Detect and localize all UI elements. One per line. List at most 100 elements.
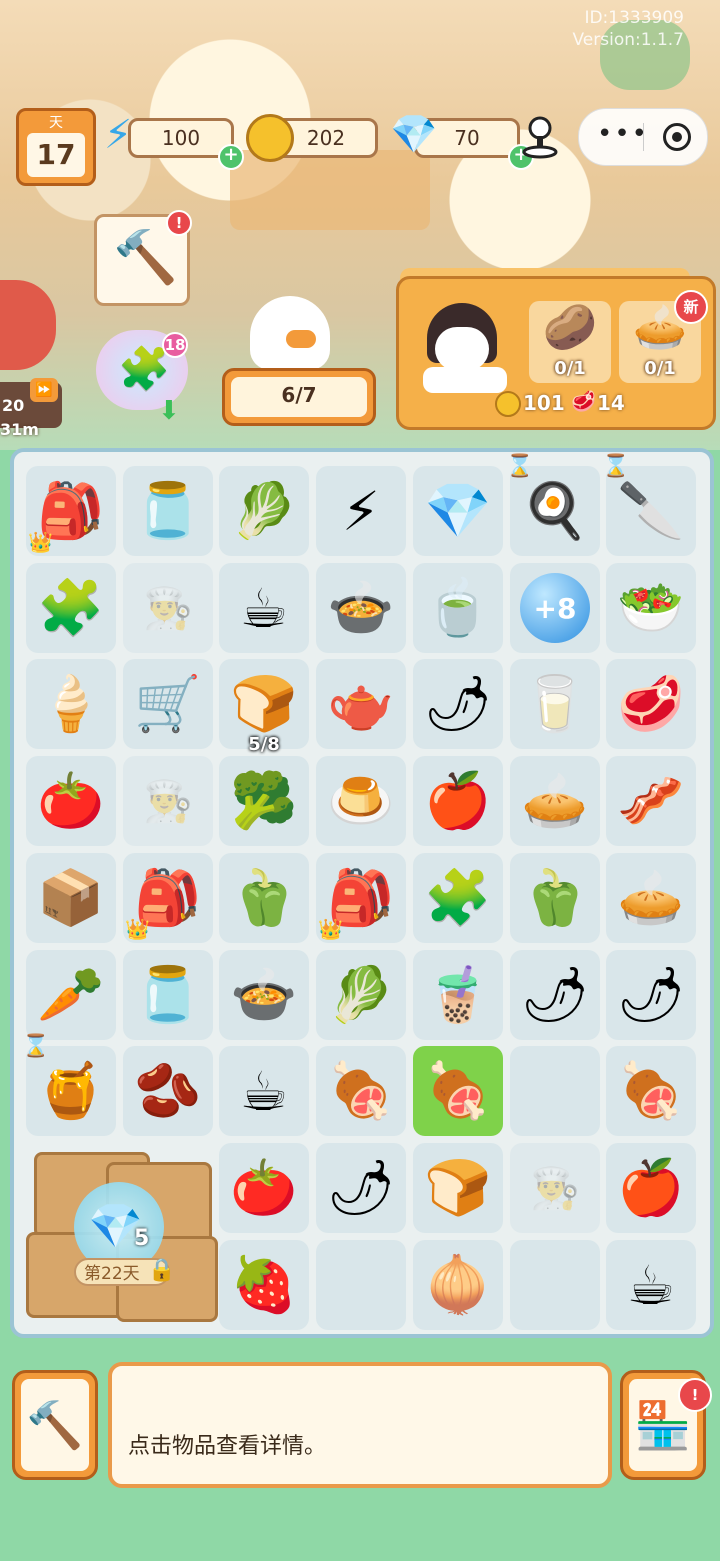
gem-value: 70 [454,126,480,150]
board-cell[interactable]: 💎 [413,466,503,556]
add-energy-button[interactable]: + [218,144,244,170]
board-cell[interactable] [316,1240,406,1330]
board-cell[interactable]: 🧋 [413,950,503,1040]
board-cell[interactable] [510,1046,600,1136]
apples-icon: 🍎 [424,769,492,832]
close-miniprogram-icon[interactable] [663,123,691,151]
worker-counter[interactable]: 6/7 [222,368,376,426]
chili-plate-icon: 🌶 [326,1156,396,1219]
toaster-icon: 🍞 [230,672,298,735]
board-cell[interactable]: 🛒 [123,659,213,749]
board-cell[interactable]: 🍲 [316,563,406,653]
board-cell[interactable]: 🥧 [606,853,696,943]
grill-tray-icon: 🍳 [521,479,589,542]
board-cell[interactable]: 🌶 [413,659,503,749]
fast-forward-icon[interactable]: ⏩ [30,378,58,402]
board-cell[interactable]: ☕ [219,563,309,653]
board-cell[interactable]: 🥧 [510,756,600,846]
tool-alert-badge: ! [166,210,192,236]
board-cell[interactable]: 🥗 [606,563,696,653]
hammer-icon: 🔨 [113,228,178,288]
customer-avatar [409,297,519,393]
board-cell[interactable]: 🍞 5/8 [219,659,309,755]
id-text: ID:1333909 [584,8,684,28]
board-cell[interactable]: 🥬 [219,466,309,556]
locked-crate-stack[interactable]: 💎 5 第22天 🔒 [26,1142,218,1322]
board-cell[interactable]: 🍳 ⌛ [506,454,600,556]
tomato-icon: 🍅 [37,769,105,832]
board-cell[interactable]: 🎒 👑 [123,853,213,943]
board-cell[interactable]: 🥓 [606,756,696,846]
day-counter[interactable]: 天 17 [16,108,96,186]
bell-peppers-icon: 🫑 [230,866,298,929]
more-menu-icon[interactable]: ••• [597,119,649,149]
board-cell[interactable]: 🫘 [123,1046,213,1136]
board-cell[interactable]: 🥩 [606,659,696,749]
ruby-icon: 💎 [424,479,492,542]
reward-count: 5 [134,1226,150,1251]
board-cell[interactable]: 🍦 [26,659,116,749]
strawberry-icon: 🍓 [230,1253,298,1316]
board-cell[interactable]: 🔪 ⌛ [602,454,696,556]
board-cell[interactable]: 🌶 [316,1143,406,1233]
energy-icon: ⚡ [342,479,380,543]
board-cell[interactable]: 🍖 [316,1046,406,1136]
lettuce-plate-icon: 🥬 [230,479,298,542]
board-cell[interactable]: 🧩 [413,853,503,943]
board-cell[interactable]: +8 [510,563,600,653]
tea-cup-icon: 🫖 [327,672,395,735]
board-cell[interactable]: 🫑 [219,853,309,943]
board-cell[interactable]: 🍅 [26,756,116,846]
board-cell[interactable]: 🍵 [413,563,503,653]
board-cell[interactable]: 🌶 [606,950,696,1040]
coffee-cup-icon: ☕ [626,1253,676,1317]
board-cell[interactable]: 🍲 [219,950,309,1040]
board-cell[interactable]: 🫖 [316,659,406,749]
potato-icon: 🥔 [542,302,598,353]
board-cell[interactable]: 🍓 [219,1240,309,1330]
board-cell[interactable]: 🥕 [26,950,116,1040]
board-cell[interactable]: 👨‍🍳 [123,756,213,846]
board-cell[interactable]: 🥛 [510,659,600,749]
item-charge-count: 5/8 [248,734,280,755]
board-cell[interactable]: 🧅 [413,1240,503,1330]
board-cell[interactable]: 👨‍🍳 [123,563,213,653]
board-cell[interactable]: 🎒 👑 [26,466,116,556]
chef-hat-placeholder-icon: 👨‍🍳 [530,1165,580,1212]
soup-bowl-icon: 🍲 [327,576,395,639]
board-cell[interactable]: 🫙 [123,466,213,556]
item-info-panel: 点击物品查看详情。 [108,1362,612,1488]
salad-icon: 🥗 [617,576,685,639]
board-cell[interactable]: 🍮 [316,756,406,846]
board-cell[interactable]: ⚡ [316,466,406,556]
board-cell[interactable]: 👨‍🍳 [510,1143,600,1233]
board-cell[interactable]: 🥦 [219,756,309,846]
board-cell[interactable] [510,1240,600,1330]
board-cell[interactable]: 🫙 [123,950,213,1040]
energy-icon: ⚡ [104,112,133,158]
order-item-potato[interactable]: 🥔 0/1 [529,301,611,383]
board-cell[interactable]: 🍖 [606,1046,696,1136]
board-cell[interactable]: 🍞 [413,1143,503,1233]
bell-peppers-icon: 🫑 [521,866,589,929]
joystick-icon[interactable] [520,114,560,160]
board-cell[interactable]: ☕ [219,1046,309,1136]
measuring-cup-icon: 🥛 [521,672,589,735]
board-cell[interactable]: 🌶 [510,950,600,1040]
board-cell[interactable]: 🍎 [606,1143,696,1233]
board-cell[interactable]: 🫑 [510,853,600,943]
order-card[interactable]: 🥔 0/1 🥧 0/1 101 🥩 14 [396,276,716,430]
board-cell[interactable]: 📦 [26,853,116,943]
cutting-board-icon: 🔪 [617,479,685,542]
board-cell[interactable]: 🧩 [26,563,116,653]
board-cell[interactable]: 🥬 [316,950,406,1040]
board-cell[interactable]: ☕ [606,1240,696,1330]
lock-icon: 🔒 [148,1258,176,1283]
board-cell[interactable]: 🍎 [413,756,503,846]
board-cell[interactable]: 🍅 [219,1143,309,1233]
day-label: 天 [49,115,63,131]
board-cell[interactable]: 🍯 ⌛ [22,1034,116,1136]
board-cell[interactable]: 🍖 [413,1046,503,1136]
remove-tool-button[interactable]: 🔨 [12,1370,98,1480]
board-cell[interactable]: 🎒 👑 [316,853,406,943]
